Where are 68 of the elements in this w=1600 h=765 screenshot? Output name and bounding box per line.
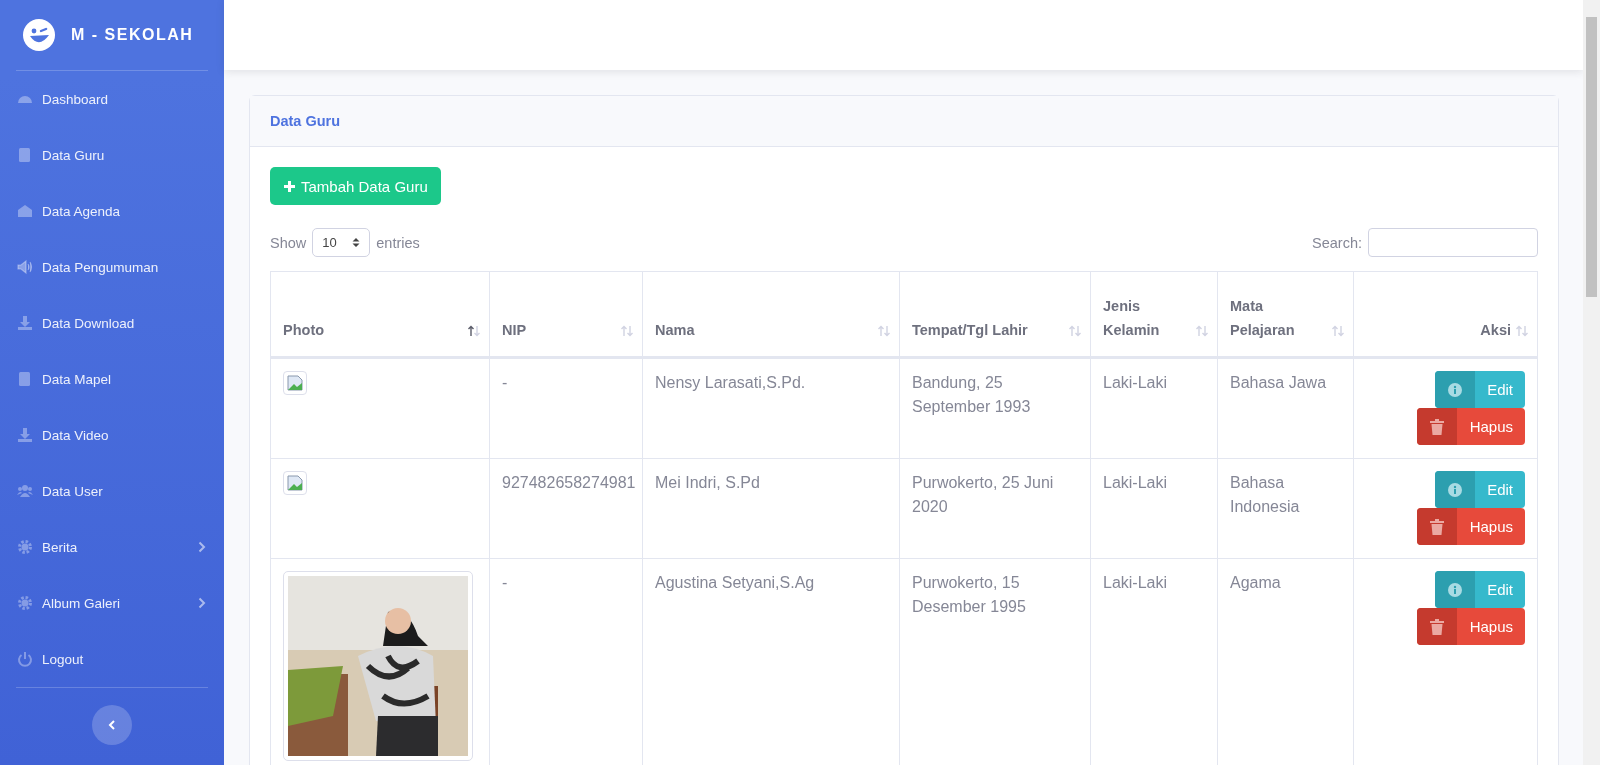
edit-button[interactable]: Edit bbox=[1435, 571, 1525, 608]
trash-icon bbox=[1430, 618, 1444, 635]
brand-title[interactable]: M - SEKOLAH bbox=[71, 26, 194, 44]
search-label: Search: bbox=[1312, 234, 1362, 251]
sidebar-item[interactable]: Logout bbox=[0, 631, 224, 687]
table-cell: Bandung, 25 September 1993 bbox=[912, 374, 1031, 415]
plus-icon bbox=[283, 179, 296, 193]
sidebar-item[interactable]: Data User bbox=[0, 463, 224, 519]
smiley-logo-icon bbox=[23, 19, 55, 51]
table-cell: Agustina Setyani,S.Ag bbox=[655, 574, 815, 591]
edit-button[interactable]: Edit bbox=[1435, 371, 1525, 408]
download-icon bbox=[17, 427, 33, 443]
table-cell: - bbox=[502, 374, 508, 391]
page-size-select[interactable]: 10 bbox=[312, 228, 371, 257]
users-icon bbox=[17, 483, 33, 499]
table-cell: Laki-Laki bbox=[1103, 574, 1168, 591]
delete-button[interactable]: Hapus bbox=[1417, 608, 1525, 645]
column-header[interactable]: Photo bbox=[283, 318, 325, 342]
download-icon bbox=[17, 315, 33, 331]
sidebar-item[interactable]: Data Pengumuman bbox=[0, 239, 224, 295]
sidebar-item[interactable]: Data Guru bbox=[0, 127, 224, 183]
sidebar-toggle-button[interactable] bbox=[92, 705, 132, 745]
trash-icon bbox=[1430, 418, 1444, 435]
sort-icon[interactable] bbox=[467, 325, 481, 337]
power-icon bbox=[17, 651, 33, 667]
sidebar-item[interactable]: Data Download bbox=[0, 295, 224, 351]
table-cell: - bbox=[502, 574, 508, 591]
speaker-icon bbox=[17, 259, 33, 275]
table-cell: Nensy Larasati,S.Pd. bbox=[655, 374, 806, 391]
table-cell: Bahasa Jawa bbox=[1230, 374, 1327, 391]
delete-button[interactable]: Hapus bbox=[1417, 508, 1525, 545]
broken-image-icon bbox=[283, 371, 307, 395]
card-title: Data Guru bbox=[270, 113, 341, 129]
sidebar-item[interactable]: Dashboard bbox=[0, 71, 224, 127]
gear-icon bbox=[17, 595, 33, 611]
column-header[interactable]: NIP bbox=[502, 318, 527, 342]
table-cell: Laki-Laki bbox=[1103, 474, 1168, 491]
sidebar-item[interactable]: Data Mapel bbox=[0, 351, 224, 407]
chevron-left-icon bbox=[108, 720, 116, 730]
scrollbar[interactable] bbox=[1583, 0, 1600, 765]
table-cell: Laki-Laki bbox=[1103, 374, 1168, 391]
column-header[interactable]: Aksi bbox=[1480, 318, 1511, 342]
table-cell: 927482658274981 bbox=[502, 474, 636, 491]
edit-button[interactable]: Edit bbox=[1435, 471, 1525, 508]
contact-card-icon bbox=[17, 371, 33, 387]
contact-card-icon bbox=[17, 147, 33, 163]
column-header[interactable]: Tempat/Tgl Lahir bbox=[912, 318, 1028, 342]
info-icon bbox=[1448, 582, 1463, 597]
info-icon bbox=[1448, 482, 1463, 497]
broken-image-icon bbox=[283, 471, 307, 495]
trash-icon bbox=[1430, 518, 1444, 535]
sidebar-item[interactable]: Berita bbox=[0, 519, 224, 575]
search-field[interactable] bbox=[1368, 228, 1538, 257]
table-cell: Purwokerto, 25 Juni 2020 bbox=[912, 474, 1054, 515]
sidebar-item[interactable]: Data Video bbox=[0, 407, 224, 463]
table-cell: Bahasa Indonesia bbox=[1230, 474, 1300, 515]
entries-label: entries bbox=[376, 234, 420, 251]
sidebar-item[interactable]: Album Galeri bbox=[0, 575, 224, 631]
sidebar-item[interactable]: Data Agenda bbox=[0, 183, 224, 239]
up-down-caret-icon bbox=[352, 237, 361, 248]
delete-button[interactable]: Hapus bbox=[1417, 408, 1525, 445]
table-cell: Purwokerto, 15 Desember 1995 bbox=[912, 574, 1026, 615]
column-header[interactable]: Nama bbox=[655, 318, 695, 342]
show-label: Show bbox=[270, 234, 307, 251]
info-icon bbox=[1448, 382, 1463, 397]
table-cell: Agama bbox=[1230, 574, 1281, 591]
table-cell: Mei Indri, S.Pd bbox=[655, 474, 760, 491]
gear-icon bbox=[17, 539, 33, 555]
